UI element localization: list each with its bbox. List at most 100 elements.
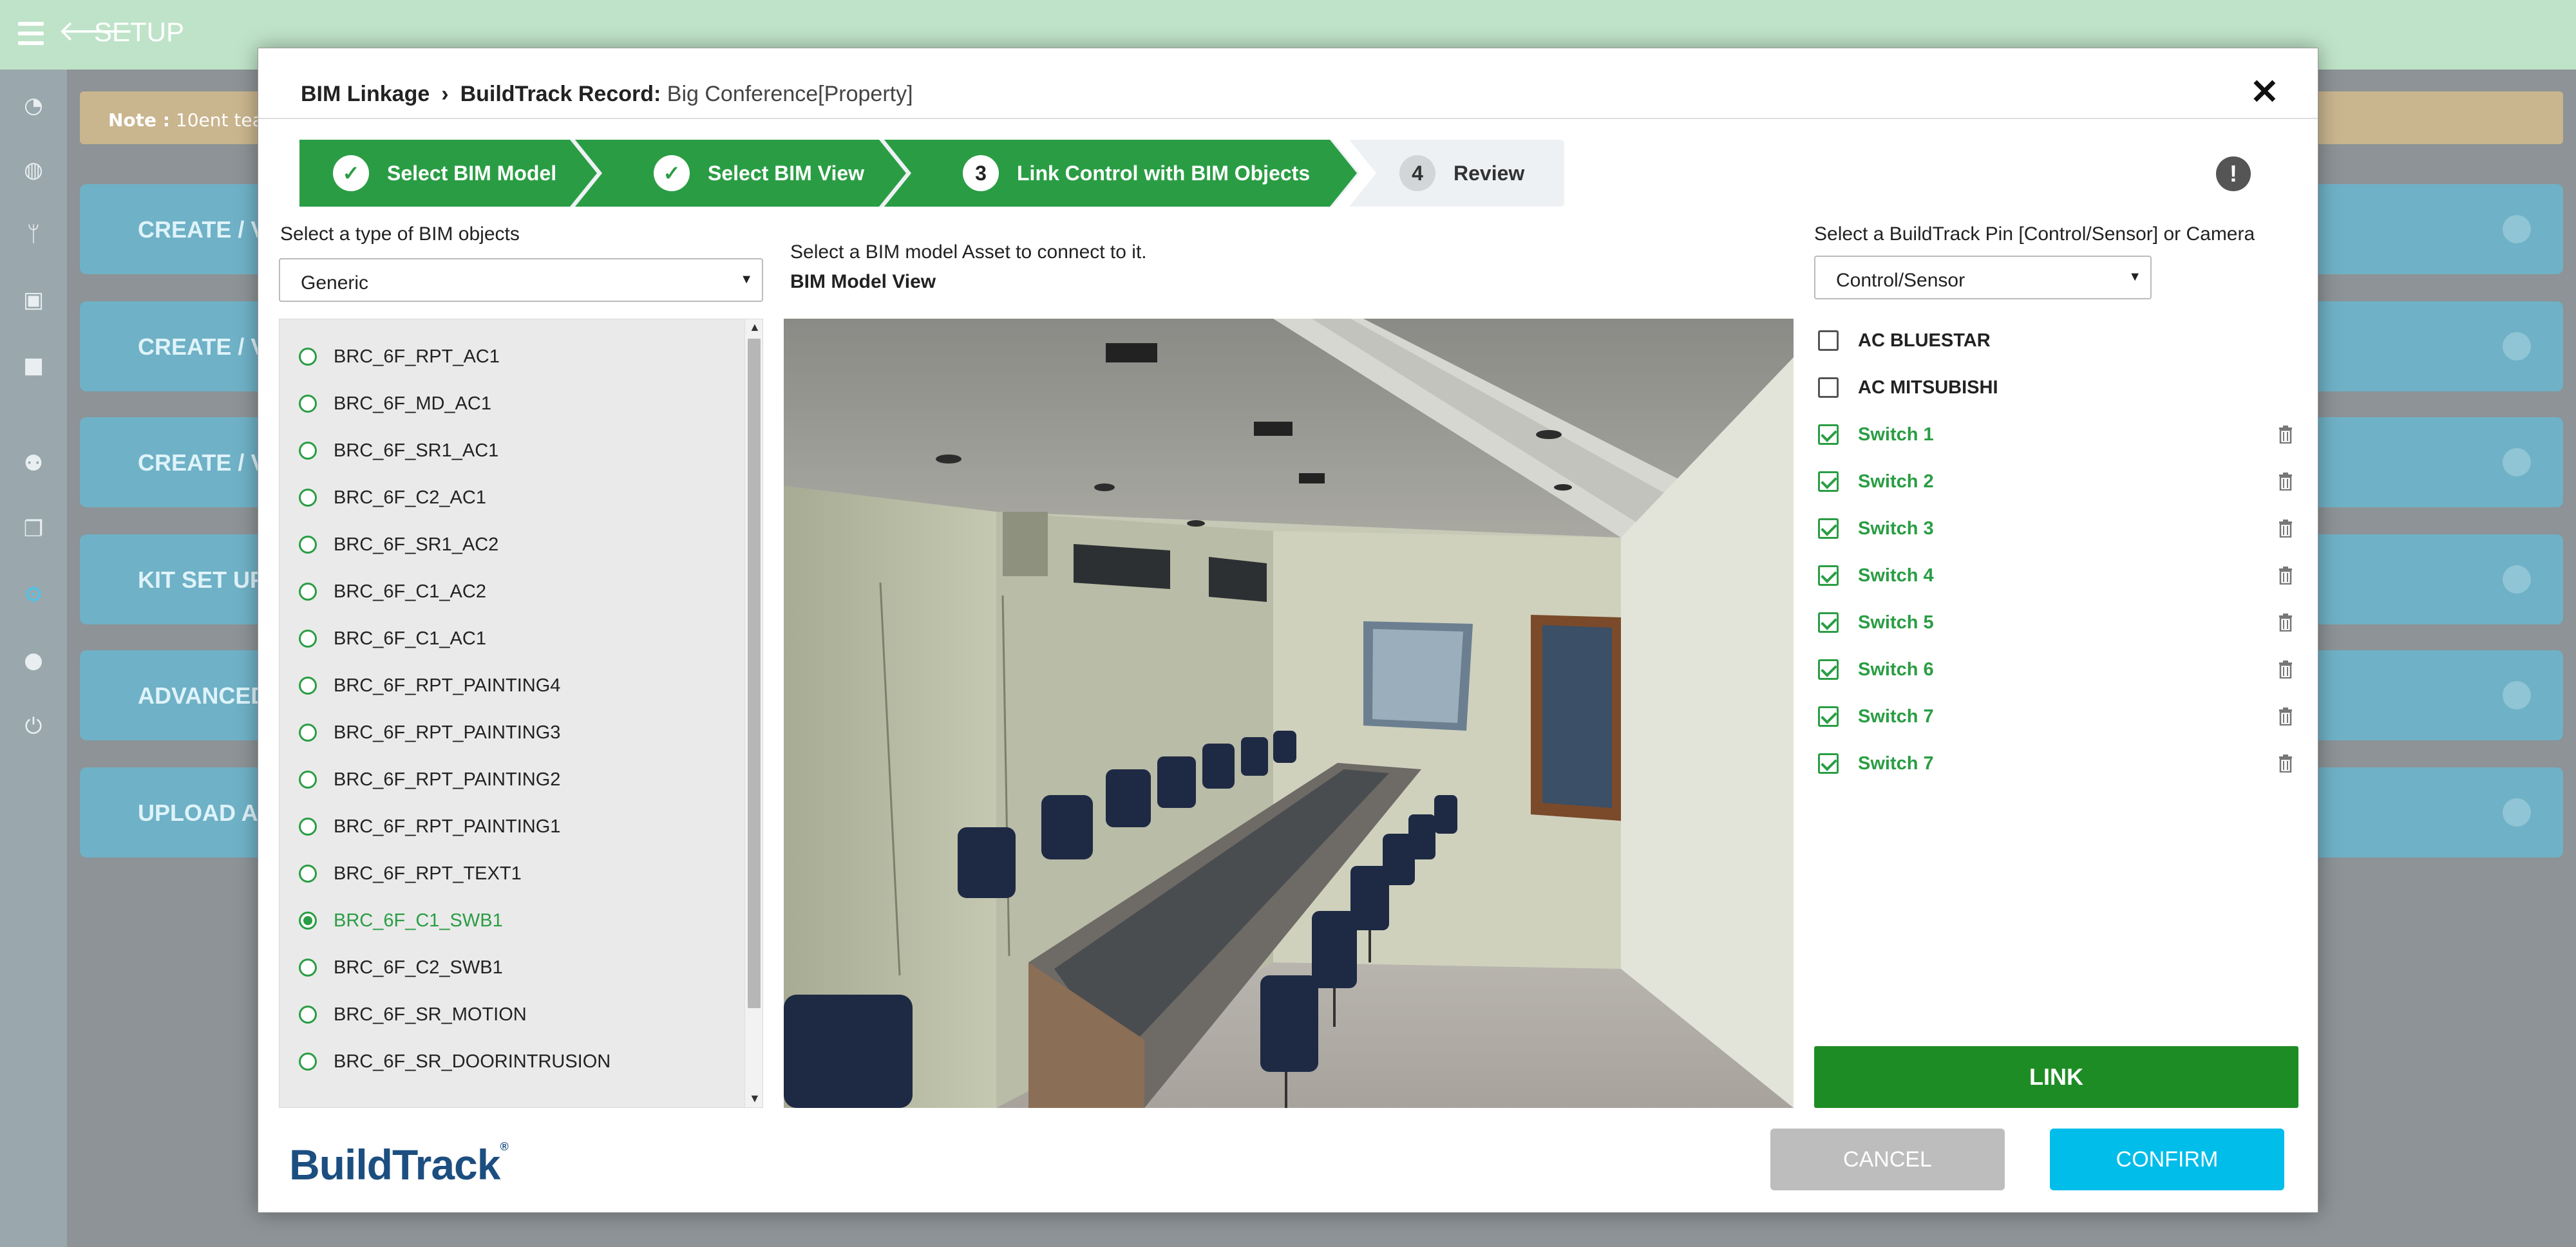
radio-button[interactable] <box>299 630 317 648</box>
object-label: BRC_6F_RPT_PAINTING1 <box>334 816 561 837</box>
step-select-bim-model[interactable]: ✓ Select BIM Model <box>333 140 556 207</box>
radio-button[interactable] <box>299 865 317 883</box>
radio-button[interactable] <box>299 1006 317 1024</box>
copy-icon[interactable]: ❐ <box>22 518 45 541</box>
object-type-select[interactable]: Generic ▼ <box>279 258 763 302</box>
list-item[interactable]: BRC_6F_SR1_AC2 <box>299 532 498 558</box>
trash-icon[interactable] <box>2278 520 2293 538</box>
bim-linkage-modal: BIM Linkage › BuildTrack Record: Big Confe… <box>258 48 2318 1213</box>
trash-icon[interactable] <box>2278 708 2293 726</box>
list-item[interactable]: BRC_6F_C1_AC1 <box>299 626 486 652</box>
radio-button[interactable] <box>299 724 317 742</box>
power-icon[interactable]: ⏻ <box>22 715 45 738</box>
list-scrollbar[interactable]: ▲ ▼ <box>744 319 762 1107</box>
list-item[interactable]: BRC_6F_RPT_PAINTING4 <box>299 673 560 699</box>
checkbox-checked[interactable] <box>1818 565 1839 586</box>
trash-icon[interactable] <box>2278 473 2293 491</box>
checkbox-checked[interactable] <box>1818 471 1839 492</box>
pin-type-select[interactable]: Control/Sensor ▼ <box>1814 256 2152 299</box>
trash-icon[interactable] <box>2278 567 2293 585</box>
checkbox-checked[interactable] <box>1818 753 1839 774</box>
list-item[interactable]: BRC_6F_RPT_PAINTING1 <box>299 814 560 839</box>
users-icon[interactable]: ⚉ <box>22 452 45 475</box>
list-item[interactable]: BRC_6F_RPT_AC1 <box>299 344 500 370</box>
hamburger-menu-icon[interactable] <box>18 22 44 45</box>
pin-item-ac-mitsubishi[interactable]: AC MITSUBISHI <box>1818 372 1998 403</box>
list-item[interactable]: BRC_6F_MD_AC1 <box>299 391 491 417</box>
user-icon[interactable]: ● <box>22 649 45 672</box>
radio-button[interactable] <box>299 583 317 601</box>
pin-item-switch-5[interactable]: Switch 5 <box>1818 607 1934 638</box>
pin-item-switch-7b[interactable]: Switch 7 <box>1818 748 1934 779</box>
branch-icon[interactable]: ᛘ <box>22 223 45 246</box>
pin-item-switch-2[interactable]: Switch 2 <box>1818 466 1934 497</box>
radio-button[interactable] <box>299 536 317 554</box>
trash-icon[interactable] <box>2278 755 2293 773</box>
bim-model-viewer[interactable] <box>784 319 1794 1108</box>
pin-item-ac-bluestar[interactable]: AC BLUESTAR <box>1818 325 1991 356</box>
bg-card-label: UPLOAD AN <box>138 800 275 826</box>
camera-icon[interactable]: ■ <box>22 354 45 377</box>
radio-button[interactable] <box>299 959 317 977</box>
checkbox-checked[interactable] <box>1818 518 1839 539</box>
step-select-bim-view[interactable]: ✓ Select BIM View <box>654 140 864 207</box>
radio-button[interactable] <box>299 348 317 366</box>
info-icon <box>2503 215 2531 243</box>
list-item[interactable]: BRC_6F_RPT_PAINTING3 <box>299 720 560 745</box>
checkbox-checked[interactable] <box>1818 659 1839 680</box>
cancel-button[interactable]: CANCEL <box>1770 1129 2005 1190</box>
radio-button[interactable] <box>299 489 317 507</box>
pin-label: Switch 7 <box>1858 706 1934 727</box>
scroll-up-icon[interactable]: ▲ <box>749 321 761 334</box>
dashboard-icon[interactable]: ◔ <box>22 94 45 117</box>
radio-button-selected[interactable] <box>299 912 317 930</box>
settings-icon[interactable]: ⚙ <box>22 583 45 606</box>
confirm-button[interactable]: CONFIRM <box>2050 1129 2284 1190</box>
info-icon[interactable]: ! <box>2216 156 2251 191</box>
list-item[interactable]: BRC_6F_C1_AC2 <box>299 579 486 605</box>
step-number: 4 <box>1399 155 1435 191</box>
radio-button[interactable] <box>299 771 317 789</box>
radio-button[interactable] <box>299 818 317 836</box>
pin-item-switch-6[interactable]: Switch 6 <box>1818 654 1934 685</box>
checkbox-checked[interactable] <box>1818 612 1839 633</box>
list-item[interactable]: BRC_6F_C2_SWB1 <box>299 955 503 980</box>
list-item[interactable]: BRC_6F_RPT_TEXT1 <box>299 861 522 886</box>
radio-button[interactable] <box>299 1053 317 1071</box>
trash-icon[interactable] <box>2278 614 2293 632</box>
radio-button[interactable] <box>299 395 317 413</box>
object-label: BRC_6F_C1_SWB1 <box>334 910 503 931</box>
pin-item-switch-1[interactable]: Switch 1 <box>1818 419 1934 450</box>
scroll-down-icon[interactable]: ▼ <box>749 1092 761 1105</box>
briefcase-icon[interactable]: ▣ <box>22 288 45 312</box>
radio-button[interactable] <box>299 442 317 460</box>
pin-item-switch-7[interactable]: Switch 7 <box>1818 701 1934 732</box>
checkbox[interactable] <box>1818 330 1839 351</box>
list-item[interactable]: BRC_6F_SR_MOTION <box>299 1002 527 1027</box>
trash-icon[interactable] <box>2278 426 2293 444</box>
checkbox-checked[interactable] <box>1818 424 1839 445</box>
scrollbar-thumb[interactable] <box>748 339 761 1008</box>
list-item[interactable]: BRC_6F_RPT_PAINTING2 <box>299 767 560 792</box>
bim-object-list[interactable]: BRC_6F_RPT_AC1 BRC_6F_MD_AC1 BRC_6F_SR1_… <box>279 319 763 1108</box>
radio-button[interactable] <box>299 677 317 695</box>
bg-card-label: CREATE / VI <box>138 333 273 360</box>
pin-label: Switch 5 <box>1858 612 1934 633</box>
pin-item-switch-4[interactable]: Switch 4 <box>1818 560 1934 591</box>
list-item[interactable]: BRC_6F_SR_DOORINTRUSION <box>299 1049 611 1074</box>
step-review[interactable]: 4 Review <box>1399 140 1524 207</box>
link-button[interactable]: LINK <box>1814 1046 2298 1108</box>
breadcrumb-root[interactable]: BIM Linkage <box>301 82 430 106</box>
list-item-selected[interactable]: BRC_6F_C1_SWB1 <box>299 908 503 933</box>
step-link-control[interactable]: 3 Link Control with BIM Objects <box>963 140 1310 207</box>
trash-icon[interactable] <box>2278 661 2293 679</box>
pin-type-value: Control/Sensor <box>1836 270 1965 291</box>
close-icon[interactable]: ✕ <box>2250 71 2279 112</box>
globe-icon[interactable]: ◍ <box>22 158 45 182</box>
checkbox-checked[interactable] <box>1818 706 1839 727</box>
pin-item-switch-3[interactable]: Switch 3 <box>1818 513 1934 544</box>
logo-text: BuildTrack <box>289 1141 500 1188</box>
list-item[interactable]: BRC_6F_SR1_AC1 <box>299 438 498 464</box>
list-item[interactable]: BRC_6F_C2_AC1 <box>299 485 486 511</box>
checkbox[interactable] <box>1818 377 1839 398</box>
